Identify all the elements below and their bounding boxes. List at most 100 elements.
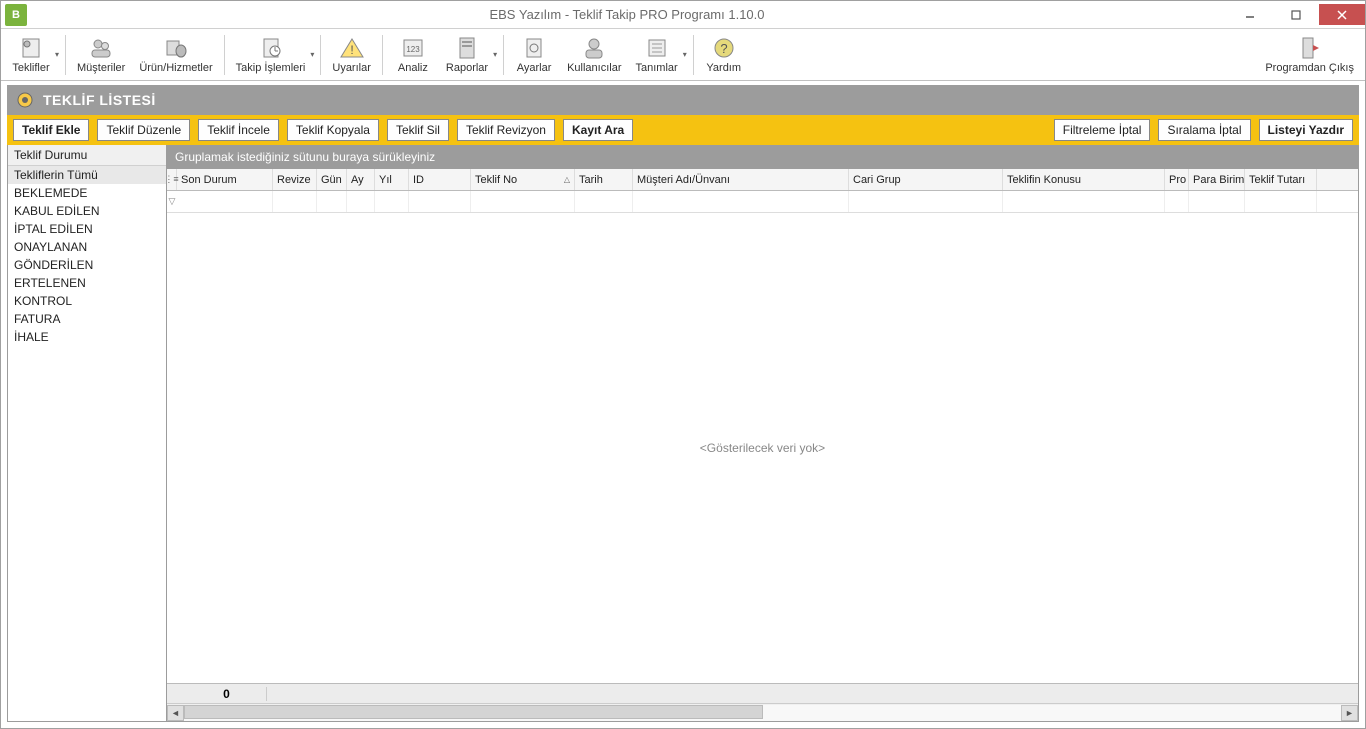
scroll-track[interactable] <box>184 705 1341 721</box>
scroll-thumb[interactable] <box>184 705 763 719</box>
column-header[interactable]: Cari Grup <box>849 169 1003 190</box>
filter-input[interactable] <box>1003 191 1164 212</box>
filter-input[interactable] <box>317 191 346 212</box>
grid-header-row: ⋮≡ Son DurumRevizeGünAyYılIDTeklif No△Ta… <box>167 169 1358 191</box>
filter-cell <box>317 191 347 212</box>
maximize-button[interactable] <box>1273 4 1319 25</box>
filter-input[interactable] <box>575 191 632 212</box>
sidebar-item[interactable]: BEKLEMEDE <box>8 184 166 202</box>
sidebar-item[interactable]: Tekliflerin Tümü <box>8 166 166 184</box>
column-header[interactable]: Teklifin Konusu <box>1003 169 1165 190</box>
filter-cell <box>347 191 375 212</box>
sidebar-item[interactable]: ERTELENEN <box>8 274 166 292</box>
sidebar-item[interactable]: KONTROL <box>8 292 166 310</box>
filter-input[interactable] <box>1189 191 1244 212</box>
toolbar-teklifler[interactable]: Teklifler <box>5 31 57 79</box>
filter-input[interactable] <box>375 191 408 212</box>
tracking-icon <box>258 35 284 61</box>
column-header[interactable]: Son Durum <box>177 169 273 190</box>
offers-icon <box>18 35 44 61</box>
close-button[interactable] <box>1319 4 1365 25</box>
btn-kayit-ara[interactable]: Kayıt Ara <box>563 119 633 141</box>
sidebar-item[interactable]: ONAYLANAN <box>8 238 166 256</box>
column-header[interactable]: Müşteri Adı/Ünvanı <box>633 169 849 190</box>
filter-input[interactable] <box>347 191 374 212</box>
customers-icon <box>88 35 114 61</box>
sidebar-item[interactable]: FATURA <box>8 310 166 328</box>
dropdown-icon[interactable]: ▾ <box>493 50 497 59</box>
help-icon: ? <box>711 35 737 61</box>
settings-icon <box>521 35 547 61</box>
filter-input[interactable] <box>273 191 316 212</box>
filter-input[interactable] <box>1245 191 1316 212</box>
row-handle-header[interactable]: ⋮≡ <box>167 169 177 190</box>
toolbar-uyarilar[interactable]: ! Uyarılar <box>325 31 378 79</box>
column-header[interactable]: Gün <box>317 169 347 190</box>
toolbar-raporlar[interactable]: Raporlar <box>439 31 495 79</box>
toolbar-separator <box>65 35 66 75</box>
filter-icon[interactable]: ▽ <box>167 191 177 212</box>
reports-icon <box>454 35 480 61</box>
toolbar-yardim[interactable]: ? Yardım <box>698 31 750 79</box>
column-header[interactable]: Para Birimi <box>1189 169 1245 190</box>
column-header[interactable]: Teklif No△ <box>471 169 575 190</box>
column-header[interactable]: Teklif Tutarı <box>1245 169 1317 190</box>
toolbar-tanimlar[interactable]: Tanımlar <box>629 31 685 79</box>
filter-cell <box>1165 191 1189 212</box>
filter-input[interactable] <box>1165 191 1188 212</box>
warnings-icon: ! <box>339 35 365 61</box>
grid-horizontal-scrollbar[interactable]: ◄ ► <box>167 703 1358 721</box>
filter-input[interactable] <box>849 191 1002 212</box>
toolbar-separator <box>320 35 321 75</box>
btn-teklif-revizyon[interactable]: Teklif Revizyon <box>457 119 555 141</box>
column-header[interactable]: ID <box>409 169 471 190</box>
btn-filtreleme-iptal[interactable]: Filtreleme İptal <box>1054 119 1151 141</box>
btn-teklif-kopyala[interactable]: Teklif Kopyala <box>287 119 379 141</box>
scroll-left-arrow[interactable]: ◄ <box>167 705 184 721</box>
filter-input[interactable] <box>471 191 574 212</box>
toolbar-takipislemleri[interactable]: Takip İşlemleri <box>229 31 313 79</box>
main-toolbar: Teklifler ▾ Müşteriler Ürün/Hizmetler Ta… <box>1 29 1365 81</box>
toolbar-kullanicilar[interactable]: Kullanıcılar <box>560 31 628 79</box>
app-icon: B <box>5 4 27 26</box>
btn-siralama-iptal[interactable]: Sıralama İptal <box>1158 119 1250 141</box>
scroll-right-arrow[interactable]: ► <box>1341 705 1358 721</box>
dropdown-icon[interactable]: ▾ <box>55 50 59 59</box>
grid-empty-text: <Gösterilecek veri yok> <box>700 441 825 455</box>
group-drop-zone[interactable]: Gruplamak istediğiniz sütunu buraya sürü… <box>167 145 1358 169</box>
sidebar-item[interactable]: İPTAL EDİLEN <box>8 220 166 238</box>
filter-input[interactable] <box>633 191 848 212</box>
btn-teklif-ekle[interactable]: Teklif Ekle <box>13 119 89 141</box>
btn-teklif-duzenle[interactable]: Teklif Düzenle <box>97 119 190 141</box>
sidebar-item[interactable]: İHALE <box>8 328 166 346</box>
btn-teklif-sil[interactable]: Teklif Sil <box>387 119 449 141</box>
svg-text:123: 123 <box>406 45 420 54</box>
exit-icon <box>1297 35 1323 61</box>
filter-input[interactable] <box>409 191 470 212</box>
toolbar-exit[interactable]: Programdan Çıkış <box>1258 31 1361 79</box>
column-header[interactable]: Pro <box>1165 169 1189 190</box>
btn-listeyi-yazdir[interactable]: Listeyi Yazdır <box>1259 119 1353 141</box>
minimize-button[interactable] <box>1227 4 1273 25</box>
toolbar-ayarlar[interactable]: Ayarlar <box>508 31 560 79</box>
definitions-icon <box>644 35 670 61</box>
toolbar-separator <box>224 35 225 75</box>
content-area: Teklif Durumu Tekliflerin TümüBEKLEMEDEK… <box>7 145 1359 722</box>
filter-input[interactable] <box>177 191 272 212</box>
column-header[interactable]: Yıl <box>375 169 409 190</box>
toolbar-analiz[interactable]: 123 Analiz <box>387 31 439 79</box>
btn-teklif-incele[interactable]: Teklif İncele <box>198 119 279 141</box>
dropdown-icon[interactable]: ▾ <box>683 50 687 59</box>
toolbar-urunhizmetler[interactable]: Ürün/Hizmetler <box>132 31 219 79</box>
column-header[interactable]: Ay <box>347 169 375 190</box>
sidebar-item[interactable]: GÖNDERİLEN <box>8 256 166 274</box>
dropdown-icon[interactable]: ▾ <box>310 50 314 59</box>
column-header[interactable]: Revize <box>273 169 317 190</box>
minimize-icon <box>1245 10 1255 20</box>
svg-text:!: ! <box>350 43 353 57</box>
column-header[interactable]: Tarih <box>575 169 633 190</box>
toolbar-musteriler[interactable]: Müşteriler <box>70 31 132 79</box>
maximize-icon <box>1291 10 1301 20</box>
sidebar-item[interactable]: KABUL EDİLEN <box>8 202 166 220</box>
grid-footer: 0 <box>167 683 1358 703</box>
